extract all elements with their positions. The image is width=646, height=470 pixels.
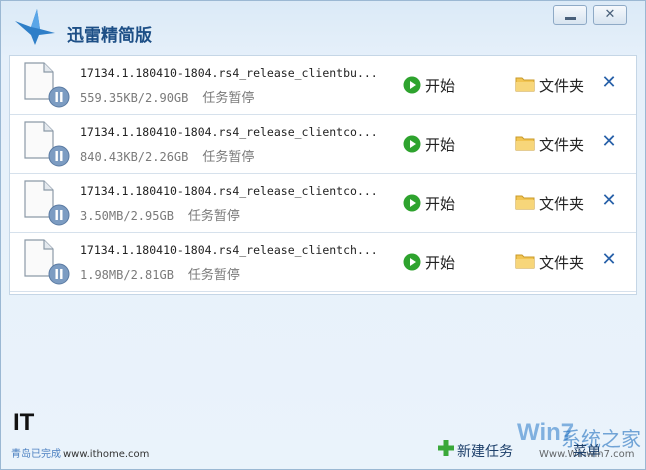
- task-status: 任务暂停: [187, 268, 240, 283]
- folder-label: 文件夹: [539, 195, 585, 213]
- delete-task-button[interactable]: ✕: [600, 131, 618, 153]
- ithome-slogan: 青岛已完成: [11, 449, 61, 460]
- ithome-watermark-text: 青岛已完成 www.ithome.com: [11, 445, 149, 460]
- start-label: 开始: [425, 254, 456, 272]
- start-label: 开始: [425, 77, 456, 95]
- close-window-button[interactable]: ✕: [593, 5, 627, 25]
- task-row[interactable]: 17134.1.180410-1804.rs4_release_clientco…: [10, 174, 636, 233]
- menu-label: 菜单: [573, 444, 601, 460]
- folder-label: 文件夹: [539, 136, 585, 154]
- start-label: 开始: [425, 195, 456, 213]
- task-progress: 3.50MB/2.95GB 任务暂停: [80, 205, 240, 224]
- start-label: 开始: [425, 136, 456, 154]
- ithome-watermark: IT 青岛已完成 www.ithome.com: [11, 409, 149, 465]
- folder-label: 文件夹: [539, 254, 585, 272]
- task-status: 任务暂停: [202, 150, 255, 165]
- menu-button[interactable]: 菜单: [573, 441, 601, 461]
- task-row[interactable]: 17134.1.180410-1804.rs4_release_clientch…: [10, 233, 636, 292]
- play-icon: [403, 253, 421, 271]
- play-icon: [403, 135, 421, 153]
- win7-watermark: Win7 系统之家 Www.Winwin7.com: [499, 419, 645, 469]
- ithome-url: www.ithome.com: [63, 449, 150, 460]
- xunlei-window: 迅雷精简版 ✕ 17134.1.180410-1804.rs4_release_…: [0, 0, 646, 470]
- delete-task-button[interactable]: ✕: [600, 190, 618, 212]
- task-progress: 559.35KB/2.90GB 任务暂停: [80, 87, 254, 106]
- task-row[interactable]: 17134.1.180410-1804.rs4_release_clientbu…: [10, 56, 636, 115]
- thunder-bird-logo: [15, 9, 55, 45]
- task-name: 17134.1.180410-1804.rs4_release_clientco…: [80, 184, 378, 198]
- delete-task-button[interactable]: ✕: [600, 249, 618, 271]
- task-progress: 840.43KB/2.26GB 任务暂停: [80, 146, 254, 165]
- task-size: 3.50MB/2.95GB: [80, 209, 174, 223]
- delete-task-button[interactable]: ✕: [600, 72, 618, 94]
- app-title: 迅雷精简版: [67, 26, 152, 46]
- task-progress: 1.98MB/2.81GB 任务暂停: [80, 264, 240, 283]
- folder-icon: [515, 136, 535, 151]
- close-icon: ✕: [604, 7, 616, 22]
- task-size: 840.43KB/2.26GB: [80, 150, 189, 164]
- play-icon: [403, 76, 421, 94]
- minimize-button[interactable]: [553, 5, 587, 25]
- task-row[interactable]: 17134.1.180410-1804.rs4_release_clientco…: [10, 115, 636, 174]
- task-name: 17134.1.180410-1804.rs4_release_clientco…: [80, 125, 378, 139]
- task-name: 17134.1.180410-1804.rs4_release_clientch…: [80, 243, 378, 257]
- task-name: 17134.1.180410-1804.rs4_release_clientbu…: [80, 66, 378, 80]
- ithome-brand: IT: [13, 409, 35, 436]
- plus-icon: [438, 440, 454, 456]
- task-list: 17134.1.180410-1804.rs4_release_clientbu…: [9, 55, 637, 295]
- folder-icon: [515, 195, 535, 210]
- pause-icon[interactable]: [48, 86, 70, 108]
- task-size: 1.98MB/2.81GB: [80, 268, 174, 282]
- pause-icon[interactable]: [48, 204, 70, 226]
- task-size: 559.35KB/2.90GB: [80, 91, 189, 105]
- pause-icon[interactable]: [48, 263, 70, 285]
- bottom-bar: IT 青岛已完成 www.ithome.com 新建任务 Win7 系统之家 Ww…: [1, 401, 645, 469]
- title-bar[interactable]: 迅雷精简版 ✕: [1, 1, 645, 51]
- task-status: 任务暂停: [187, 209, 240, 224]
- folder-icon: [515, 77, 535, 92]
- folder-label: 文件夹: [539, 77, 585, 95]
- play-icon: [403, 194, 421, 212]
- folder-icon: [515, 254, 535, 269]
- task-status: 任务暂停: [202, 91, 255, 106]
- pause-icon[interactable]: [48, 145, 70, 167]
